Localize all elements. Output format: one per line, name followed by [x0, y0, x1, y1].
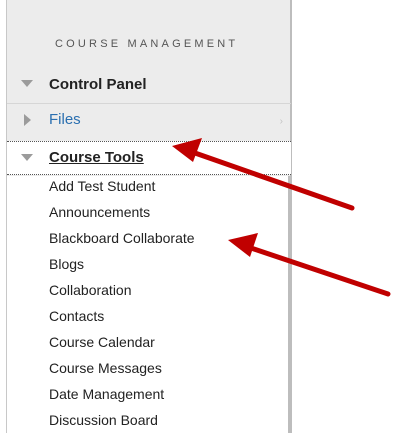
tool-date-management[interactable]: Date Management [49, 386, 164, 402]
tool-course-calendar[interactable]: Course Calendar [49, 334, 155, 350]
course-tools-list: Add Test Student Announcements Blackboar… [6, 176, 290, 433]
course-tools-label[interactable]: Course Tools [49, 149, 144, 166]
files-label[interactable]: Files [49, 111, 81, 128]
menu-item-control-panel[interactable]: Control Panel [7, 66, 291, 104]
expand-triangle-down-icon[interactable] [21, 154, 33, 161]
tool-discussion-board[interactable]: Discussion Board [49, 412, 158, 428]
chevron-right-icon: › [279, 116, 283, 127]
tool-contacts[interactable]: Contacts [49, 308, 104, 324]
section-header-course-management: COURSE MANAGEMENT [55, 38, 239, 50]
tool-blackboard-collaborate[interactable]: Blackboard Collaborate [49, 230, 195, 246]
tool-announcements[interactable]: Announcements [49, 204, 150, 220]
tool-collaboration[interactable]: Collaboration [49, 282, 132, 298]
menu-item-course-tools[interactable]: Course Tools [7, 141, 291, 175]
control-panel-label[interactable]: Control Panel [49, 76, 147, 93]
collapse-triangle-right-icon[interactable] [24, 114, 31, 126]
screenshot-stage: COURSE MANAGEMENT Control Panel Files › … [0, 0, 394, 433]
menu-item-files[interactable]: Files › [7, 104, 291, 138]
tool-add-test-student[interactable]: Add Test Student [49, 178, 155, 194]
tool-course-messages[interactable]: Course Messages [49, 360, 162, 376]
tool-blogs[interactable]: Blogs [49, 256, 84, 272]
expand-triangle-down-icon[interactable] [21, 80, 33, 87]
